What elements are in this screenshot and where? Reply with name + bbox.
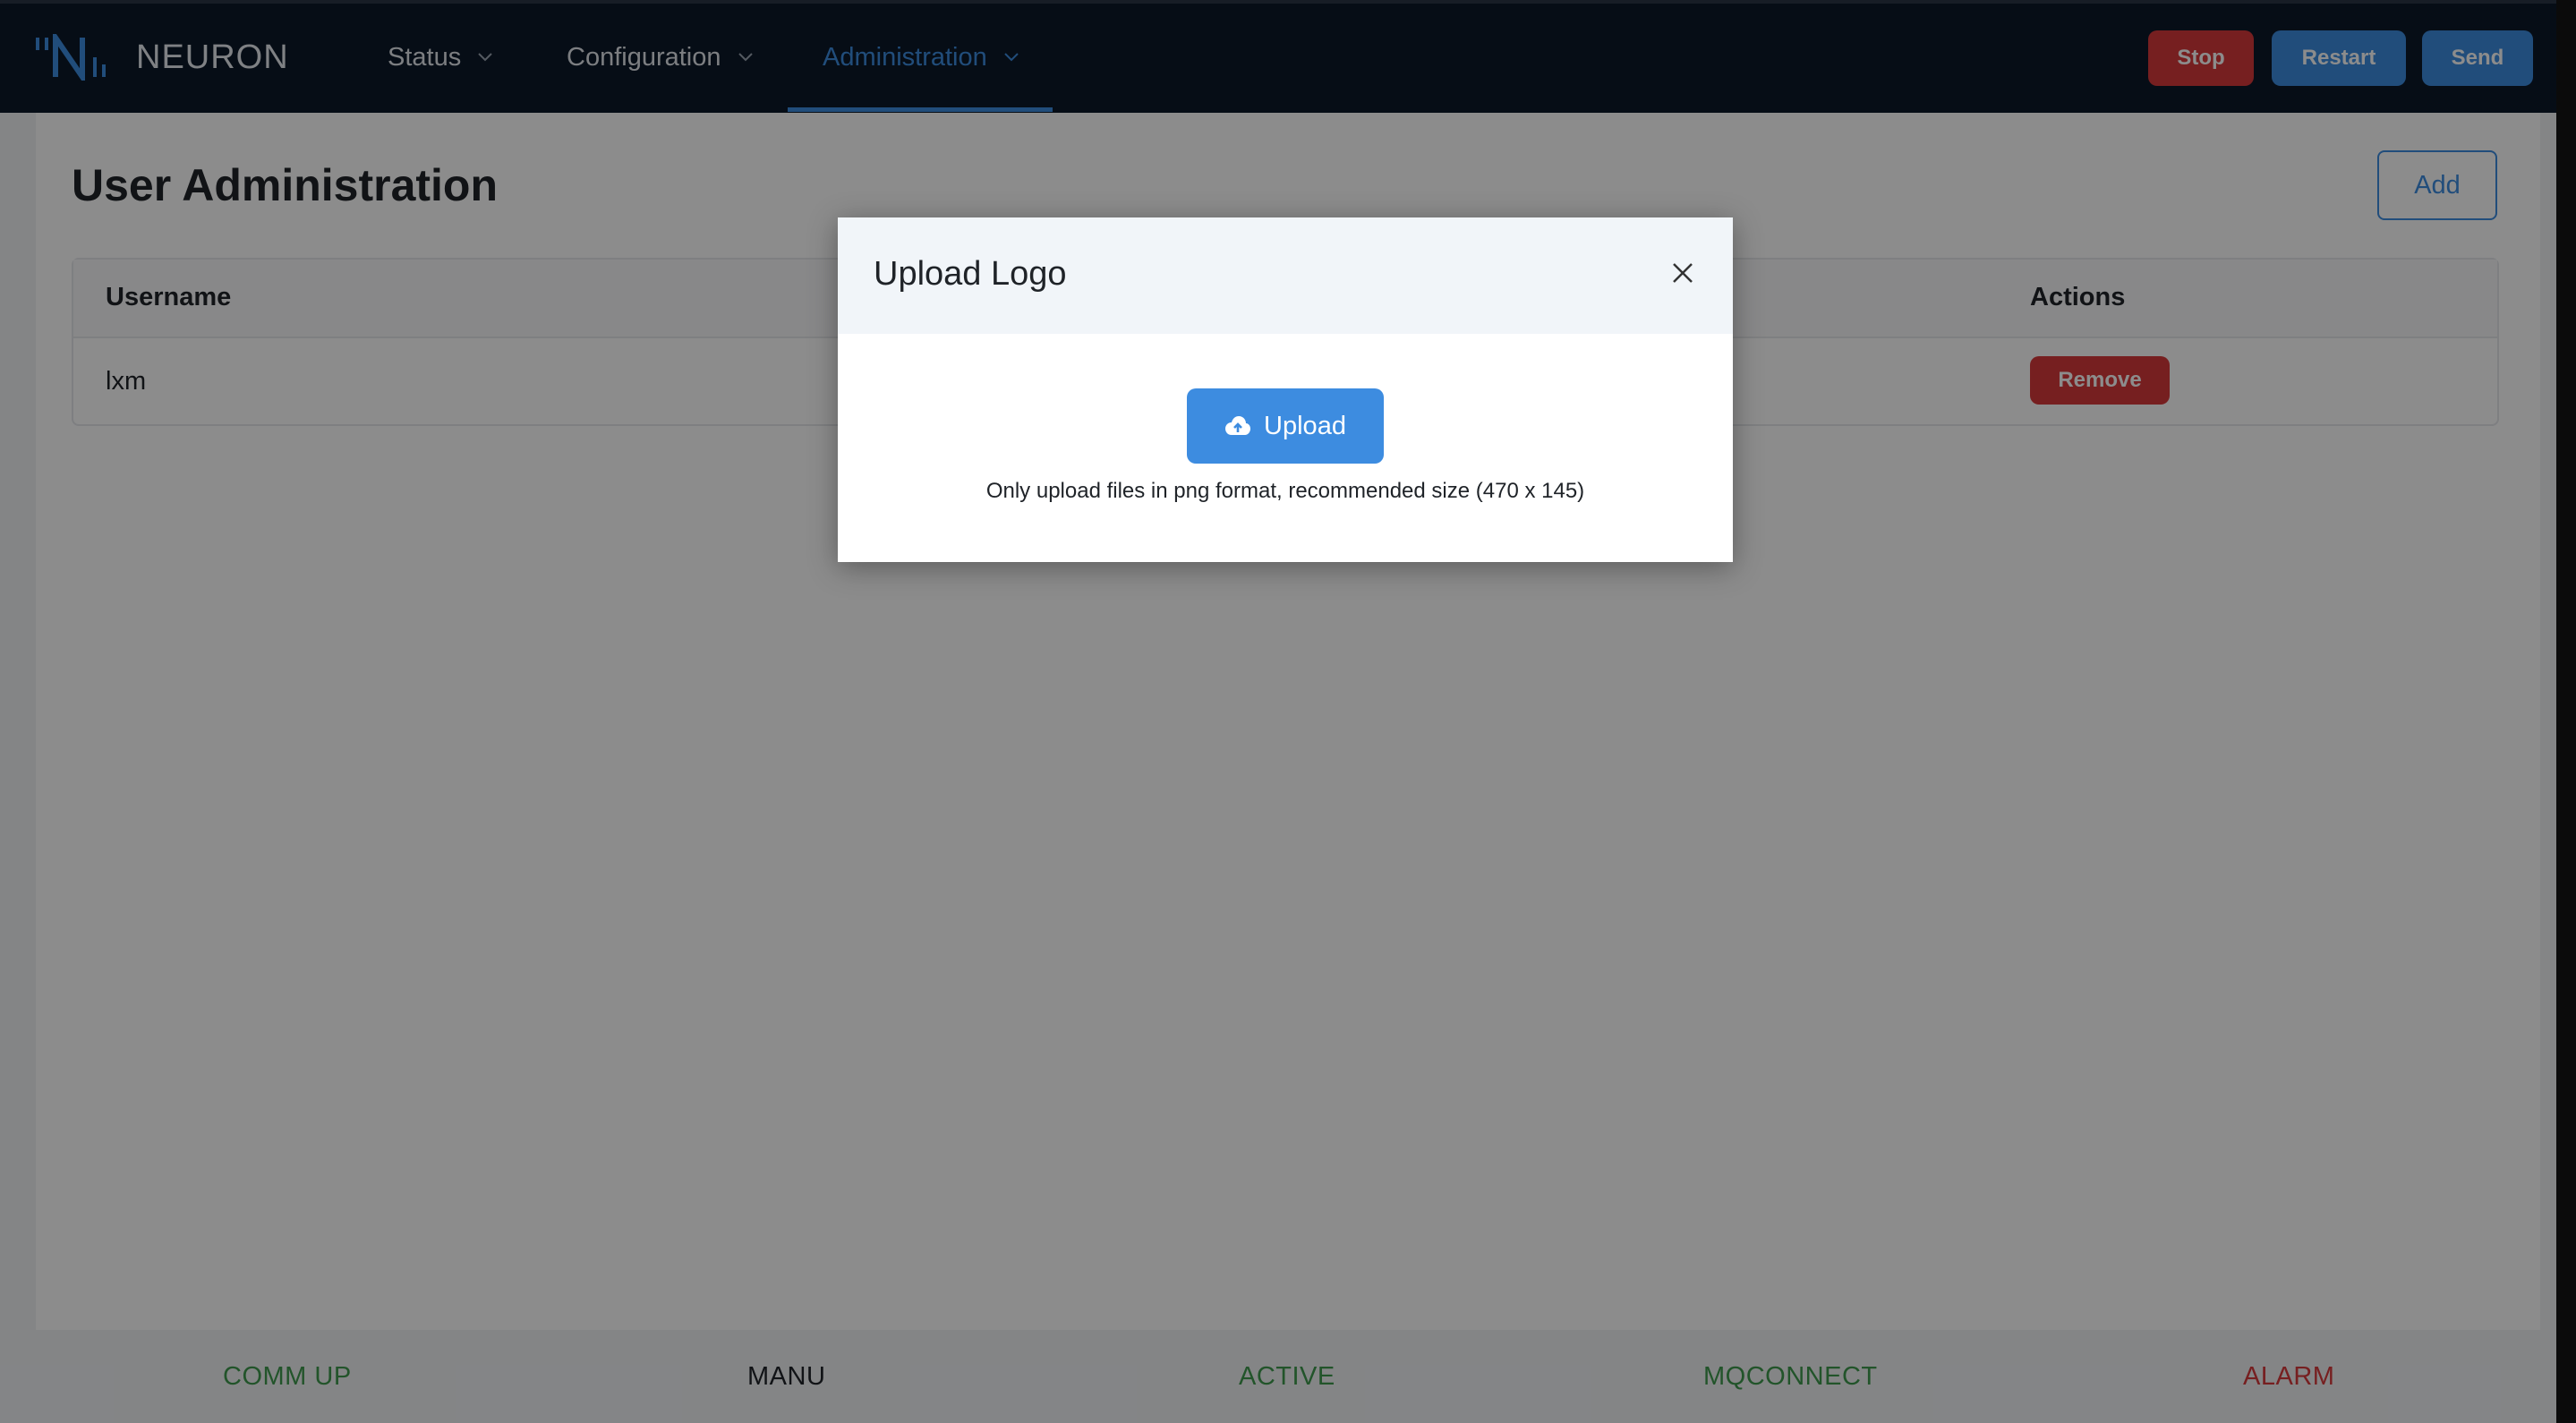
- close-icon[interactable]: [1668, 259, 1697, 287]
- window-edge: [2556, 0, 2576, 1423]
- cloud-upload-icon: [1225, 416, 1251, 435]
- upload-hint-text: Only upload files in png format, recomme…: [985, 479, 1585, 503]
- upload-button-label: Upload: [1264, 411, 1346, 440]
- dialog-header: Upload Logo: [838, 217, 1733, 334]
- upload-logo-dialog: Upload Logo Upload Only upload files in …: [838, 217, 1733, 562]
- modal-backdrop[interactable]: [0, 0, 2576, 1423]
- upload-button[interactable]: Upload: [1187, 388, 1384, 464]
- dialog-title: Upload Logo: [874, 255, 1067, 293]
